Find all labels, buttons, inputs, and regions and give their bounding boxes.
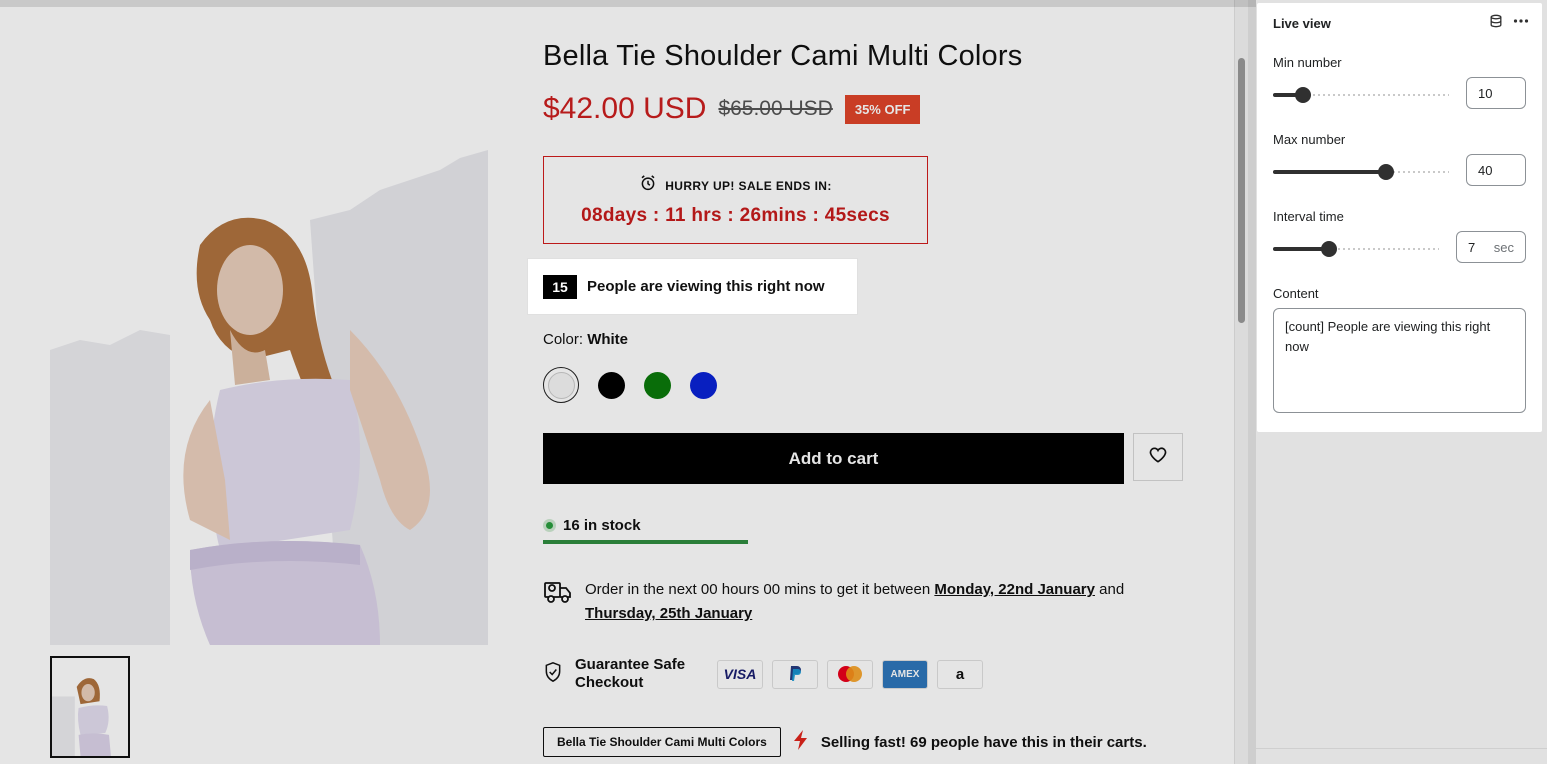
countdown-heading: HURRY UP! SALE ENDS IN: [665, 178, 832, 193]
product-thumbnail[interactable] [50, 656, 130, 758]
selling-fast-row: Bella Tie Shoulder Cami Multi Colors Sel… [543, 727, 1147, 757]
delivery-date-start: Monday, 22nd January [934, 581, 1095, 598]
delivery-prefix: Order in the next 00 hours 00 mins to ge… [585, 581, 935, 598]
max-slider-fill [1273, 170, 1386, 174]
preview-scrollbar[interactable] [1234, 0, 1248, 764]
swatch-blue[interactable] [690, 371, 717, 399]
min-number-slider[interactable] [1273, 86, 1449, 104]
interval-time-input[interactable]: 7 sec [1456, 231, 1526, 263]
product-chip: Bella Tie Shoulder Cami Multi Colors [543, 727, 781, 757]
interval-time-label: Interval time [1273, 209, 1344, 224]
interval-time-value: 7 [1468, 239, 1476, 255]
swatch-green[interactable] [644, 371, 671, 399]
max-number-label: Max number [1273, 132, 1346, 147]
content-textarea[interactable]: [count] People are viewing this right no… [1273, 308, 1526, 413]
delivery-date-end: Thursday, 25th January [585, 605, 753, 622]
stock-progress-fill [543, 540, 748, 544]
product-main-image[interactable] [50, 150, 488, 645]
swatch-white[interactable] [543, 367, 579, 403]
content-label: Content [1273, 286, 1319, 301]
countdown-time: 08days : 11 hrs : 26mins : 45secs [581, 205, 890, 226]
amazon-pay-icon: a [937, 659, 983, 689]
scrollbar-thumb[interactable] [1238, 58, 1245, 323]
interval-slider-handle[interactable] [1321, 241, 1338, 257]
live-view-count: 15 [543, 274, 577, 299]
compare-price: $65.00 USD [718, 97, 833, 120]
live-view-block[interactable]: 15 People are viewing this right now [528, 259, 857, 314]
sale-price: $42.00 USD [543, 92, 707, 125]
min-slider-handle[interactable] [1294, 87, 1311, 103]
live-view-text: People are viewing this right now [587, 278, 825, 295]
color-label: Color: White [543, 331, 628, 348]
lightning-icon [793, 729, 809, 755]
min-number-label: Min number [1273, 55, 1342, 70]
min-number-input[interactable]: 10 [1466, 77, 1526, 109]
more-options-icon[interactable] [1513, 14, 1529, 33]
wishlist-button[interactable] [1133, 433, 1183, 481]
delivery-estimate: Order in the next 00 hours 00 mins to ge… [543, 578, 1143, 626]
swatch-white-fill [547, 371, 575, 399]
max-number-input[interactable]: 40 [1466, 154, 1526, 186]
mastercard-icon [827, 659, 873, 689]
add-to-cart-button[interactable]: Add to cart [543, 433, 1124, 484]
live-view-settings-panel: Live view Min number 10 Max number 40 In… [1257, 3, 1542, 432]
selling-fast-text: Selling fast! 69 people have this in the… [820, 733, 1147, 751]
max-slider-handle[interactable] [1377, 164, 1394, 180]
guarantee-text: Guarantee Safe Checkout [575, 656, 686, 691]
stock-indicator: 16 in stock [543, 517, 641, 534]
heart-icon [1148, 445, 1168, 470]
interval-time-suffix: sec [1493, 239, 1514, 255]
preview-top-bar [0, 0, 1256, 7]
amex-icon: AMEX [882, 659, 928, 689]
safe-checkout: Guarantee Safe Checkout VISA AMEX a [543, 656, 983, 692]
panel-header: Live view [1273, 13, 1529, 33]
color-label-text: Color: [543, 331, 584, 348]
database-icon[interactable] [1489, 14, 1503, 33]
alarm-clock-icon [639, 174, 657, 197]
selected-color: White [587, 331, 629, 348]
interval-time-slider[interactable] [1273, 240, 1439, 258]
min-number-value: 10 [1478, 85, 1493, 101]
storefront-preview: Bella Tie Shoulder Cami Multi Colors $42… [0, 0, 1248, 764]
paypal-icon [772, 659, 818, 689]
sale-countdown: HURRY UP! SALE ENDS IN: 08days : 11 hrs … [543, 156, 928, 244]
max-number-slider[interactable] [1273, 163, 1449, 181]
delivery-and: and [1094, 581, 1125, 598]
panel-title: Live view [1273, 15, 1331, 31]
product-title: Bella Tie Shoulder Cami Multi Colors [543, 40, 1023, 72]
discount-badge: 35% OFF [844, 94, 921, 124]
delivery-truck-icon [543, 578, 573, 626]
price-row: $42.00 USD $65.00 USD 35% OFF [543, 92, 921, 126]
max-number-value: 40 [1478, 162, 1493, 178]
stock-progress-bar [543, 540, 748, 544]
swatch-black[interactable] [598, 371, 625, 399]
color-swatches [543, 367, 717, 403]
payment-methods: VISA AMEX a [717, 659, 983, 689]
stock-status-dot [543, 519, 556, 532]
delivery-text: Order in the next 00 hours 00 mins to ge… [585, 578, 1143, 626]
shield-check-icon [543, 661, 563, 688]
stock-text: 16 in stock [563, 517, 641, 534]
visa-icon: VISA [717, 659, 763, 689]
